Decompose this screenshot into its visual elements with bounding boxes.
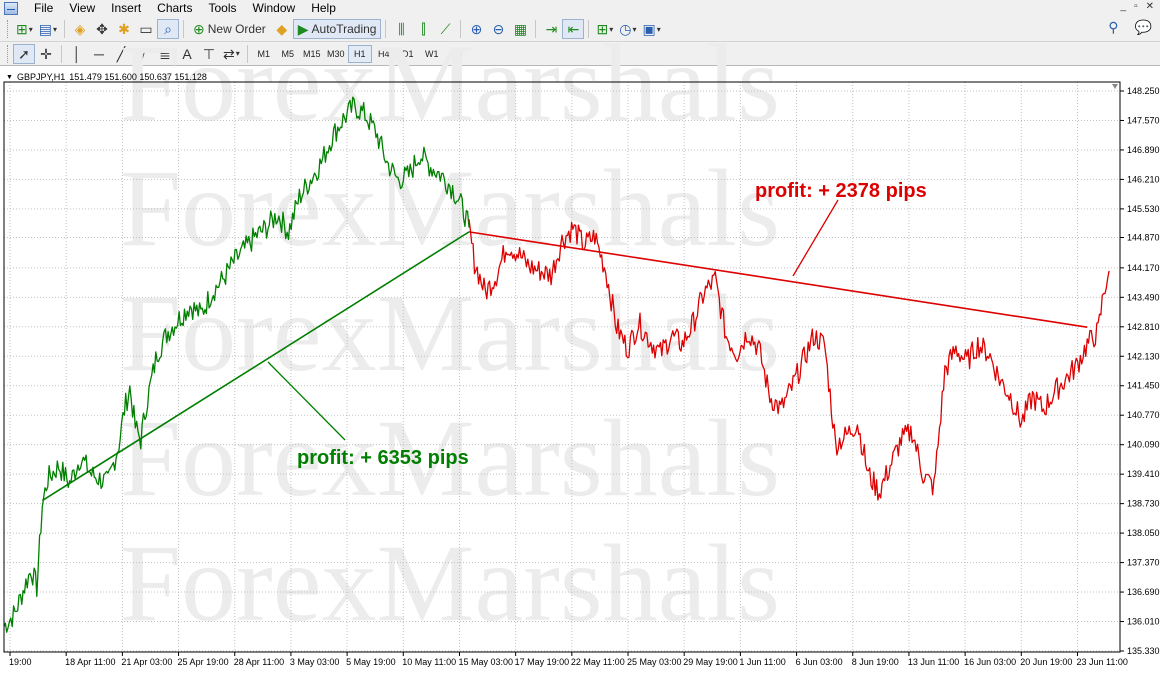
y-tick-label: 148.250 bbox=[1127, 86, 1160, 96]
y-tick-label: 146.210 bbox=[1127, 174, 1160, 184]
x-tick-label: 8 Jun 19:00 bbox=[852, 657, 899, 667]
x-tick-label: 15 May 03:00 bbox=[458, 657, 513, 667]
watermark-text: ForexMarshals bbox=[120, 272, 780, 394]
triangle-down-icon: ▼ bbox=[6, 73, 13, 81]
x-tick-label: 1 Jun 11:00 bbox=[739, 657, 785, 667]
watermark-text: ForexMarshals bbox=[120, 147, 780, 269]
y-tick-label: 135.330 bbox=[1127, 646, 1160, 656]
chart-symbol: GBPJPY,H1 bbox=[16, 72, 66, 82]
x-tick-label: 10 May 11:00 bbox=[402, 657, 456, 667]
y-tick-label: 139.410 bbox=[1127, 469, 1160, 479]
y-tick-label: 145.530 bbox=[1127, 204, 1160, 214]
y-tick-label: 140.770 bbox=[1127, 410, 1160, 420]
y-tick-label: 140.090 bbox=[1127, 440, 1160, 450]
watermark-layer: ForexMarshalsForexMarshalsForexMarshalsF… bbox=[120, 22, 780, 644]
price-chart[interactable]: ForexMarshalsForexMarshalsForexMarshalsF… bbox=[0, 0, 1160, 673]
x-tick-label: 25 Apr 19:00 bbox=[178, 657, 229, 667]
x-tick-label: 21 Apr 03:00 bbox=[121, 657, 172, 667]
x-tick-label: 25 May 03:00 bbox=[627, 657, 682, 667]
x-tick-label: 20 Jun 19:00 bbox=[1020, 657, 1072, 667]
watermark-text: ForexMarshals bbox=[120, 522, 780, 644]
x-tick-label: 17 May 19:00 bbox=[515, 657, 570, 667]
y-tick-label: 142.810 bbox=[1127, 322, 1160, 332]
watermark-text: ForexMarshals bbox=[120, 22, 780, 144]
y-tick-label: 146.890 bbox=[1127, 145, 1160, 155]
y-tick-label: 144.870 bbox=[1127, 233, 1160, 243]
x-tick-label: 16 Jun 03:00 bbox=[964, 657, 1016, 667]
y-tick-label: 136.010 bbox=[1127, 617, 1160, 627]
x-tick-label: 29 May 19:00 bbox=[683, 657, 738, 667]
x-tick-label: 6 Jun 03:00 bbox=[796, 657, 843, 667]
y-tick-label: 147.570 bbox=[1127, 115, 1160, 125]
y-tick-label: 142.130 bbox=[1127, 351, 1160, 361]
y-tick-label: 137.370 bbox=[1127, 558, 1160, 568]
chart-shift-marker bbox=[1112, 84, 1118, 89]
x-tick-label: 28 Apr 11:00 bbox=[234, 657, 284, 667]
x-tick-label: 18 Apr 11:00 bbox=[65, 657, 115, 667]
chart-ohlc: 151.479 151.600 150.637 151.128 bbox=[69, 72, 207, 82]
y-tick-label: 143.490 bbox=[1127, 292, 1160, 302]
x-tick-label: 22 May 11:00 bbox=[571, 657, 625, 667]
x-tick-label: 13 Jun 11:00 bbox=[908, 657, 959, 667]
y-tick-label: 136.690 bbox=[1127, 587, 1160, 597]
x-tick-label: 5 May 19:00 bbox=[346, 657, 396, 667]
y-tick-label: 144.170 bbox=[1127, 263, 1160, 273]
x-tick-label: 19:00 bbox=[9, 657, 32, 667]
x-tick-label: 3 May 03:00 bbox=[290, 657, 340, 667]
x-tick-label: 23 Jun 11:00 bbox=[1076, 657, 1127, 667]
chart-header: ▼ GBPJPY,H1 151.479 151.600 150.637 151.… bbox=[6, 72, 207, 82]
y-tick-label: 138.730 bbox=[1127, 499, 1160, 509]
y-tick-label: 138.050 bbox=[1127, 528, 1160, 538]
profit-annotation-red: profit: + 2378 pips bbox=[755, 180, 927, 202]
profit-annotation-green: profit: + 6353 pips bbox=[297, 447, 469, 469]
y-tick-label: 141.450 bbox=[1127, 381, 1160, 391]
